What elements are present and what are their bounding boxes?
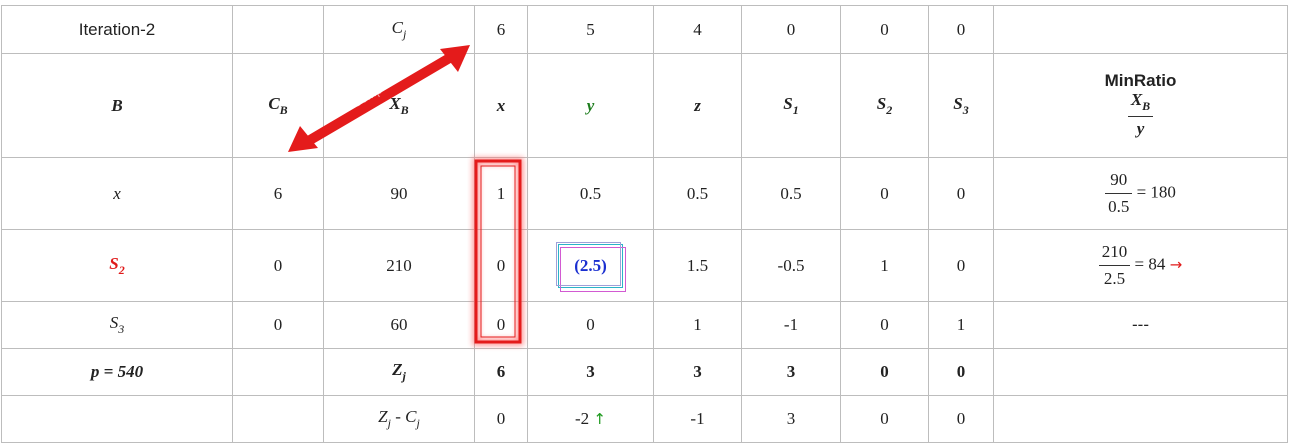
ratio-cell: 90 0.5 = 180 [993,157,1288,230]
s1-value: -0.5 [741,229,841,302]
net-eval-value: 3 [741,395,841,443]
zj-value: 0 [840,348,929,396]
table-row: S2 0 210 0 (2.5) 1.5 -0.5 1 0 210 2.5 = … [1,229,1288,302]
z-value: 1 [653,301,742,349]
s1-value: 0.5 [741,157,841,230]
cb-value: 0 [232,301,324,349]
empty-cell [993,395,1288,443]
z-value: 0.5 [653,157,742,230]
ratio-fraction: 90 0.5 [1105,170,1133,217]
empty-cell [232,5,324,54]
header-basis: B [1,53,233,158]
xb-value: 210 [323,229,475,302]
s3-value: 0 [928,157,994,230]
empty-cell [1,395,233,443]
header-row: B CB XB x y z S1 S2 S3 MinRatio XB y [1,53,1288,158]
s1-value: -1 [741,301,841,349]
header-xb: XB [323,53,475,158]
cb-value: 0 [232,229,324,302]
cj-value: 5 [527,5,654,54]
cj-value: 0 [741,5,841,54]
pivot-element: (2.5) [556,241,626,292]
header-z: z [653,53,742,158]
header-s2: S2 [840,53,929,158]
xb-value: 60 [323,301,475,349]
y-value: 0.5 [527,157,654,230]
net-eval-value: -1 [653,395,742,443]
zj-value: 6 [474,348,528,396]
simplex-table: Iteration-2 Cj 6 5 4 0 0 0 B CB XB x y z… [1,5,1288,443]
min-ratio-title: MinRatio [1104,71,1177,91]
x-value: 1 [474,157,528,230]
basis-var: x [1,157,233,230]
table-row: S3 0 60 0 0 1 -1 0 1 --- [1,301,1288,349]
zj-value: 3 [527,348,654,396]
header-cb: CB [232,53,324,158]
basis-var: S3 [1,301,233,349]
net-eval-value: 0 [474,395,528,443]
ratio-cell: 210 2.5 = 84 → [993,229,1288,302]
objective-value: p = 540 [1,348,233,396]
ratio-result: = 84 [1134,254,1166,274]
cj-value: 0 [928,5,994,54]
cj-value: 4 [653,5,742,54]
leaving-arrow-icon: → [1169,255,1183,274]
entering-arrow-icon: ↑ [593,410,606,428]
ratio-fraction: 210 2.5 [1098,242,1131,289]
z-value: 1.5 [653,229,742,302]
iteration-label: Iteration-2 [1,5,233,54]
zj-row: p = 540 Zj 6 3 3 3 0 0 [1,348,1288,396]
net-eval-value: 0 [928,395,994,443]
s2-value: 0 [840,301,929,349]
empty-cell [993,348,1288,396]
zj-value: 3 [653,348,742,396]
cj-label: Cj [323,5,475,54]
header-s1: S1 [741,53,841,158]
net-eval-value: 0 [840,395,929,443]
zj-value: 3 [741,348,841,396]
zj-value: 0 [928,348,994,396]
basis-var-leaving: S2 [1,229,233,302]
header-min-ratio: MinRatio XB y [993,53,1288,158]
cb-value: 6 [232,157,324,230]
header-y: y [527,53,654,158]
net-eval-row: Zj - Cj 0 -2 ↑ -1 3 0 0 [1,395,1288,443]
xb-value: 90 [323,157,475,230]
ratio-cell: --- [993,301,1288,349]
zj-label: Zj [323,348,475,396]
cj-value: 0 [840,5,929,54]
header-x: x [474,53,528,158]
ratio-result: = 180 [1136,182,1176,202]
pivot-cell: (2.5) [527,229,654,302]
net-eval-label: Zj - Cj [323,395,475,443]
header-s3: S3 [928,53,994,158]
empty-cell [232,348,324,396]
empty-cell [993,5,1288,54]
cj-row: Iteration-2 Cj 6 5 4 0 0 0 [1,5,1288,54]
s3-value: 0 [928,229,994,302]
cj-value: 6 [474,5,528,54]
empty-cell [232,395,324,443]
net-eval-value-entering: -2 ↑ [527,395,654,443]
x-value: 0 [474,229,528,302]
table-row: x 6 90 1 0.5 0.5 0.5 0 0 90 0.5 = 180 [1,157,1288,230]
s3-value: 1 [928,301,994,349]
x-value: 0 [474,301,528,349]
s2-value: 0 [840,157,929,230]
s2-value: 1 [840,229,929,302]
y-value: 0 [527,301,654,349]
min-ratio-fraction: XB y [1127,90,1154,139]
